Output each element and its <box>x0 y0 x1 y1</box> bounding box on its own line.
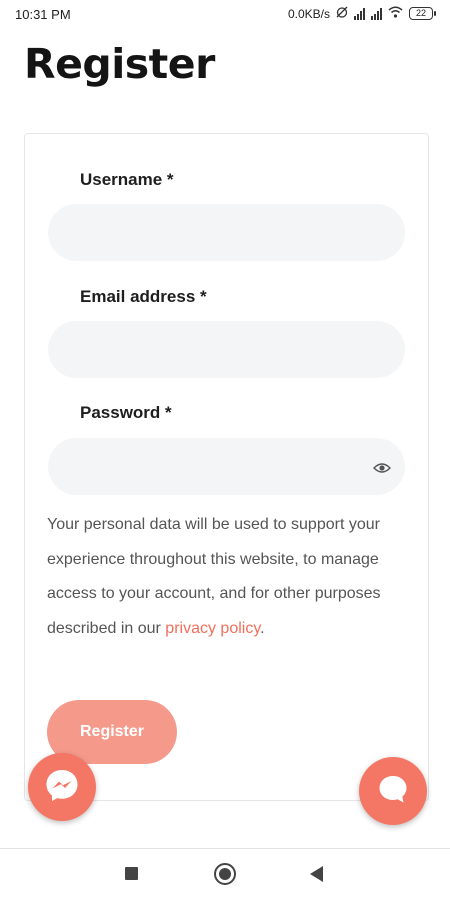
email-label: Email address * <box>80 287 207 306</box>
home-icon[interactable] <box>214 863 236 885</box>
battery-level: 22 <box>409 7 433 20</box>
username-field[interactable] <box>48 204 405 261</box>
battery-icon: 22 <box>409 7 436 20</box>
chat-bubble-icon <box>376 772 410 811</box>
messenger-button[interactable] <box>28 753 96 821</box>
status-time: 10:31 PM <box>15 7 71 22</box>
eye-icon[interactable] <box>373 461 391 473</box>
status-icons: 0.0KB/s 22 <box>288 6 436 21</box>
password-field[interactable] <box>48 438 405 495</box>
signal-icon <box>371 7 382 20</box>
chat-button[interactable] <box>359 757 427 825</box>
page-title: Register <box>24 40 215 88</box>
wifi-icon <box>388 6 403 21</box>
privacy-end: . <box>260 619 265 637</box>
privacy-text: Your personal data will be used to suppo… <box>47 516 381 637</box>
password-label: Password * <box>80 403 172 422</box>
username-label: Username * <box>80 170 174 189</box>
email-field[interactable] <box>48 321 405 378</box>
status-bar: 10:31 PM 0.0KB/s 22 <box>0 0 450 30</box>
back-icon[interactable] <box>310 866 323 882</box>
privacy-notice: Your personal data will be used to suppo… <box>47 508 409 646</box>
register-form: Username * Email address * Password * Yo… <box>24 133 429 801</box>
navigation-bar <box>0 848 450 900</box>
messenger-icon <box>42 765 82 810</box>
signal-icon <box>354 7 365 20</box>
recents-icon[interactable] <box>125 867 138 880</box>
privacy-policy-link[interactable]: privacy policy <box>165 620 260 637</box>
network-speed: 0.0KB/s <box>287 6 330 21</box>
alarm-icon <box>336 6 348 21</box>
